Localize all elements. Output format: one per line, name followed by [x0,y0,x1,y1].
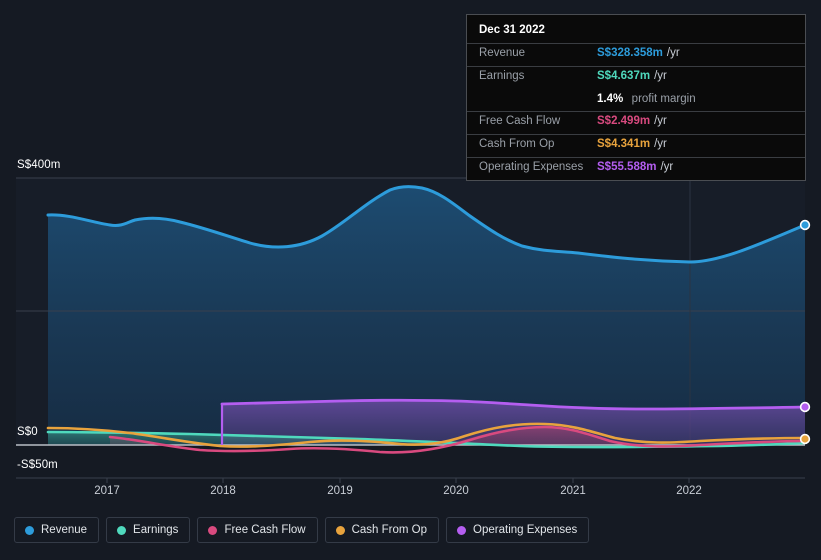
tooltip-row-revenue: Revenue S$328.358m /yr [467,43,805,66]
tooltip-row-profit-margin: 1.4% profit margin [467,89,805,111]
tooltip-unit-cash-from-op: /yr [654,138,667,150]
operating-expenses-endpoint-marker[interactable] [799,401,811,413]
x-axis-label-2019: 2019 [327,485,353,497]
legend-dot-earnings-icon [117,525,127,535]
tooltip-unit-free-cash-flow: /yr [654,115,667,127]
tooltip-unit-operating-expenses: /yr [660,161,674,173]
legend-dot-revenue-icon [25,525,34,535]
tooltip-value-cash-from-op: S$4.341m [597,138,651,150]
legend-item-revenue[interactable]: Revenue [14,517,100,543]
y-axis-label-zero: S$0 [17,426,38,438]
tooltip-value-revenue: S$328.358m [597,47,663,59]
legend-item-cash-from-op[interactable]: Cash From Op [324,517,440,543]
x-axis-label-2017: 2017 [94,485,120,497]
legend-label-earnings: Earnings [133,524,179,536]
legend-item-free-cash-flow[interactable]: Free Cash Flow [197,517,318,543]
tooltip-row-earnings: Earnings S$4.637m /yr [467,66,805,89]
x-axis-label-2020: 2020 [443,485,469,497]
legend-label-free-cash-flow: Free Cash Flow [224,524,306,536]
x-axis-label-2021: 2021 [560,485,586,497]
tooltip-row-free-cash-flow: Free Cash Flow S$2.499m /yr [467,111,805,134]
legend-item-operating-expenses[interactable]: Operating Expenses [446,517,590,543]
legend-label-operating-expenses: Operating Expenses [473,524,578,536]
legend-dot-free-cash-flow-icon [208,525,218,535]
tooltip-label-free-cash-flow: Free Cash Flow [479,115,561,127]
x-axis-label-2022: 2022 [676,485,702,497]
data-tooltip: Dec 31 2022 Revenue S$328.358m /yr Earni… [466,14,806,181]
tooltip-value-free-cash-flow: S$2.499m [597,115,651,127]
tooltip-profit-margin-value: 1.4% [597,93,624,105]
financial-area-chart: S$400m S$0 -S$50m 2017 2018 2019 2020 20… [0,0,821,560]
x-axis-label-2018: 2018 [210,485,236,497]
tooltip-label-earnings: Earnings [479,70,525,82]
tooltip-unit-revenue: /yr [666,47,680,59]
y-axis-label-negative: -S$50m [17,459,58,471]
legend-dot-cash-from-op-icon [335,525,345,535]
tooltip-unit-earnings: /yr [654,70,667,82]
cash-from-op-endpoint-marker[interactable] [799,433,811,445]
revenue-endpoint-marker[interactable] [799,219,811,231]
tooltip-value-operating-expenses: S$55.588m [597,161,657,173]
tooltip-profit-margin-label: profit margin [631,93,696,105]
tooltip-row-operating-expenses: Operating Expenses S$55.588m /yr [467,157,805,180]
tooltip-date: Dec 31 2022 [479,24,545,36]
legend-label-revenue: Revenue [41,524,88,536]
tooltip-value-earnings: S$4.637m [597,70,651,82]
legend-item-earnings[interactable]: Earnings [106,517,191,543]
y-axis-label-top: S$400m [17,159,61,171]
legend-dot-operating-expenses-icon [457,525,467,535]
legend-label-cash-from-op: Cash From Op [351,524,428,536]
tooltip-label-operating-expenses: Operating Expenses [479,161,584,173]
tooltip-row-cash-from-op: Cash From Op S$4.341m /yr [467,134,805,157]
tooltip-label-revenue: Revenue [479,47,526,59]
chart-legend: Revenue Earnings Free Cash Flow Cash Fro… [14,517,590,543]
tooltip-label-cash-from-op: Cash From Op [479,138,555,150]
